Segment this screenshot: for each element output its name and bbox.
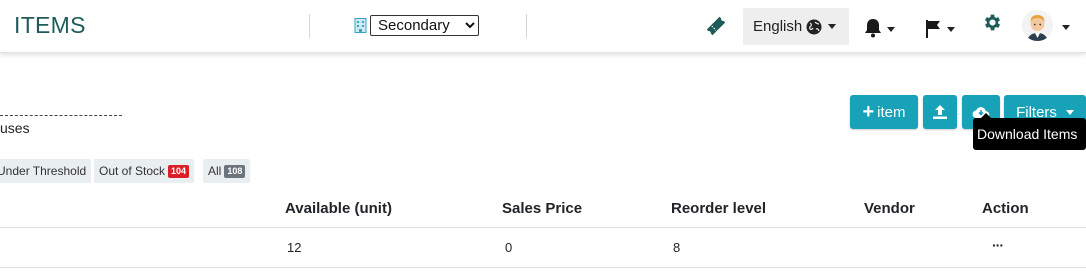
cell-sales-price: 0 [505, 240, 513, 255]
chevron-down-icon [828, 24, 837, 29]
user-avatar-icon [1022, 10, 1053, 41]
breadcrumb-divider [0, 115, 122, 116]
notifications-dropdown[interactable] [864, 12, 895, 38]
filter-chip-all[interactable]: All 108 [203, 159, 251, 183]
language-dropdown[interactable]: English [743, 8, 849, 45]
language-label: English [753, 18, 803, 35]
count-badge: 108 [224, 164, 246, 178]
chevron-down-icon [887, 27, 895, 32]
plus-icon: + [862, 101, 875, 123]
page-title: ITEMS [14, 12, 86, 38]
column-header-action: Action [982, 200, 1029, 217]
count-badge: 104 [168, 164, 190, 178]
warehouse-link[interactable]: uses [0, 120, 30, 136]
flag-icon [926, 20, 940, 38]
filter-chip-label: All [208, 164, 222, 178]
upload-icon [933, 105, 947, 119]
globe-icon [806, 19, 822, 34]
filter-chip-out-of-stock[interactable]: Out of Stock 104 [94, 159, 195, 183]
navbar-divider [526, 14, 527, 38]
column-header-vendor[interactable]: Vendor [864, 200, 915, 217]
more-actions-icon[interactable]: ··· [992, 237, 1004, 253]
filter-chip-under-threshold[interactable]: Under Threshold [0, 159, 92, 183]
avatar[interactable] [1022, 10, 1053, 41]
download-tooltip: Download Items [973, 113, 1086, 150]
filter-chip-label: Under Threshold [0, 164, 87, 178]
cell-reorder-level: 8 [673, 240, 681, 255]
bell-icon [865, 19, 881, 38]
chevron-down-icon [1065, 109, 1074, 115]
flag-dropdown[interactable] [925, 12, 955, 38]
navbar-divider [309, 14, 310, 38]
add-item-button[interactable]: + item [850, 95, 918, 129]
top-navbar: ITEMS Secondary English [0, 0, 1086, 53]
gear-icon[interactable] [982, 12, 1003, 33]
column-header-reorder-level[interactable]: Reorder level [671, 200, 766, 217]
chevron-down-icon[interactable] [1062, 25, 1070, 30]
ticket-icon[interactable] [705, 15, 727, 37]
upload-button[interactable] [923, 95, 957, 129]
building-icon [354, 18, 367, 33]
column-header-available[interactable]: Available (unit) [285, 200, 392, 217]
branch-selector: Secondary [354, 15, 479, 36]
cell-available: 12 [287, 240, 302, 255]
table-header: Available (unit) Sales Price Reorder lev… [0, 189, 1086, 228]
chevron-down-icon [947, 27, 955, 32]
branch-select[interactable]: Secondary [370, 15, 479, 36]
column-header-sales-price[interactable]: Sales Price [502, 200, 582, 217]
table-row: 12 0 8 ··· [0, 228, 1086, 268]
add-item-label: item [877, 103, 906, 121]
filter-chip-label: Out of Stock [99, 164, 166, 178]
